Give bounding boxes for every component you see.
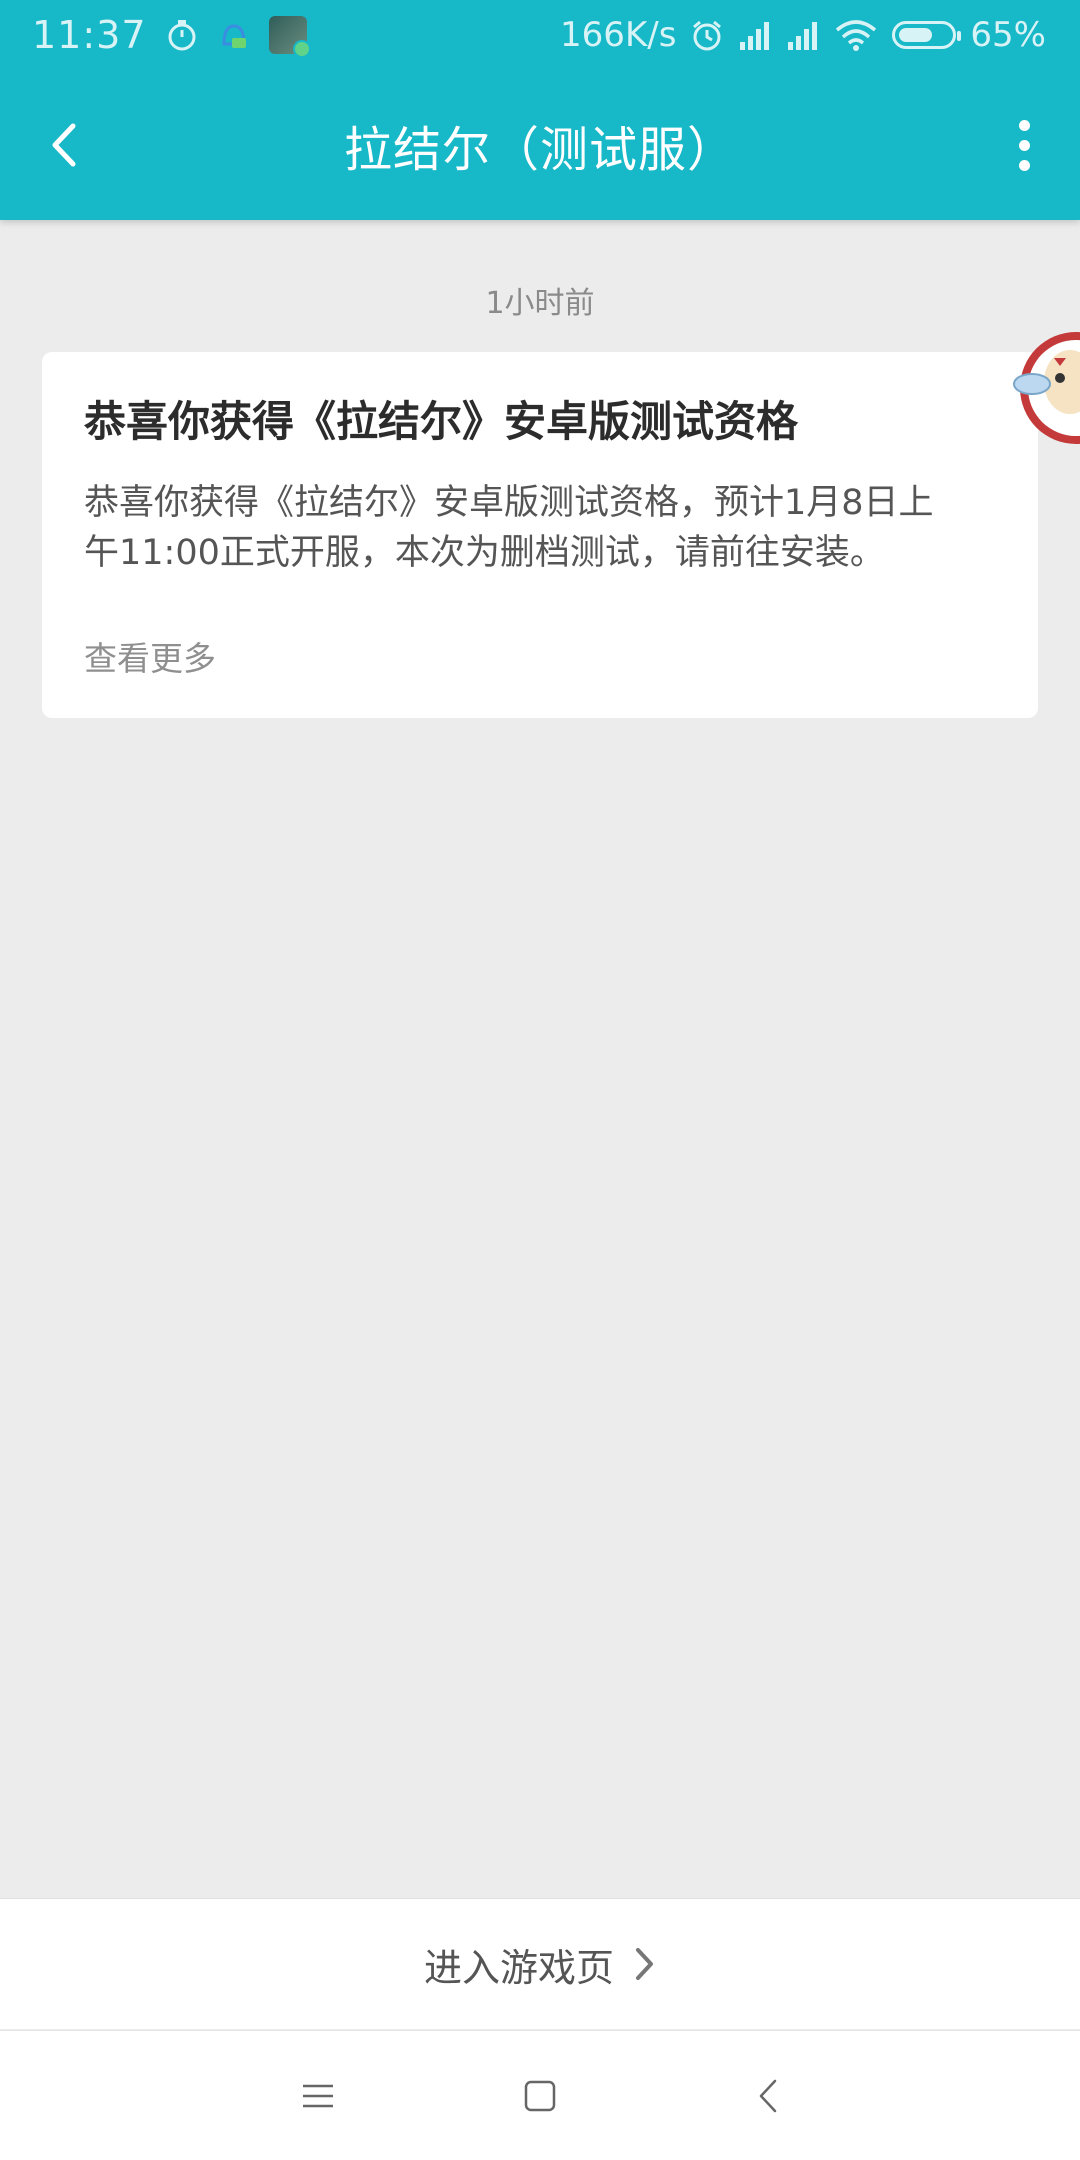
battery-fill bbox=[899, 28, 933, 42]
system-back-button[interactable] bbox=[738, 2066, 798, 2126]
status-left: 11:37 bbox=[32, 12, 311, 58]
recent-apps-button[interactable] bbox=[288, 2066, 348, 2126]
signal-icon bbox=[738, 18, 772, 52]
more-vertical-icon bbox=[1018, 159, 1030, 171]
status-right: 166K/s 65% bbox=[560, 12, 1046, 58]
home-square-icon bbox=[524, 2080, 556, 2112]
back-chevron-icon bbox=[759, 2079, 777, 2113]
app-screen: 11:37 166K/s 65% 拉结尔（测试服） 1小时前 恭喜你获得《拉结尔… bbox=[0, 0, 1080, 2160]
net-speed: 166K/s bbox=[560, 15, 677, 55]
battery-percent: 65% bbox=[970, 15, 1046, 55]
system-nav-bar bbox=[0, 2030, 1080, 2160]
stopwatch-icon bbox=[165, 18, 199, 52]
battery-icon bbox=[892, 21, 962, 49]
menu-icon bbox=[303, 2084, 333, 2108]
floating-mascot-icon[interactable] bbox=[1010, 318, 1080, 458]
alarm-icon bbox=[690, 18, 724, 52]
signal-icon bbox=[786, 18, 820, 52]
top-bar: 11:37 166K/s 65% 拉结尔（测试服） bbox=[0, 0, 1080, 220]
home-button[interactable] bbox=[510, 2066, 570, 2126]
message-card[interactable]: 恭喜你获得《拉结尔》安卓版测试资格 恭喜你获得《拉结尔》安卓版测试资格，预计1月… bbox=[42, 352, 1038, 718]
more-vertical-icon bbox=[1018, 139, 1030, 151]
message-title: 恭喜你获得《拉结尔》安卓版测试资格 bbox=[84, 397, 799, 446]
message-timestamp: 1小时前 bbox=[485, 286, 595, 321]
notification-app-icon bbox=[217, 18, 251, 52]
enter-game-label: 进入游戏页 bbox=[423, 1945, 614, 1990]
more-vertical-icon bbox=[1018, 119, 1030, 131]
battery-tip bbox=[957, 31, 962, 41]
more-menu-button[interactable] bbox=[1012, 110, 1036, 180]
chevron-right-icon bbox=[636, 1948, 653, 1980]
app-thumbnail-icon bbox=[268, 16, 311, 58]
view-more-link[interactable]: 查看更多 bbox=[84, 632, 216, 680]
wifi-icon bbox=[834, 18, 878, 52]
status-bar: 11:37 166K/s 65% bbox=[0, 0, 1080, 70]
status-time: 11:37 bbox=[32, 13, 147, 57]
enter-game-button[interactable]: 进入游戏页 bbox=[0, 1898, 1080, 2029]
app-bar: 拉结尔（测试服） bbox=[0, 70, 1080, 220]
page-title: 拉结尔（测试服） bbox=[343, 122, 736, 178]
message-body: 恭喜你获得《拉结尔》安卓版测试资格，预计1月8日上午11:00正式开服，本次为删… bbox=[84, 483, 934, 573]
